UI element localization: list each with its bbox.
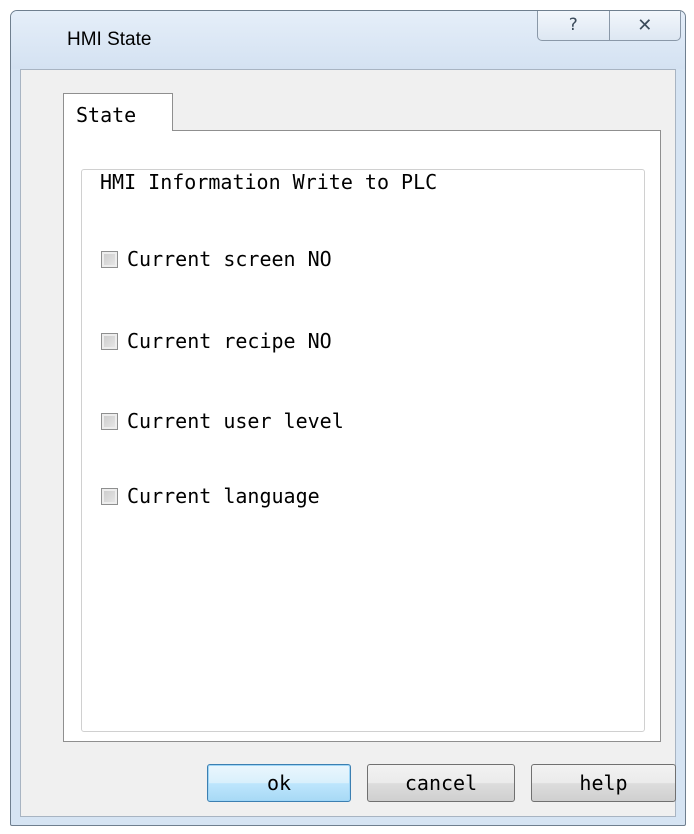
option-current-screen-no[interactable]: Current screen NO bbox=[101, 247, 332, 271]
context-help-button[interactable]: ? bbox=[538, 11, 610, 40]
current-recipe-no-label: Current recipe NO bbox=[127, 329, 332, 353]
group-box-title: HMI Information Write to PLC bbox=[98, 170, 444, 194]
caption-buttons: ? ✕ bbox=[537, 11, 681, 41]
current-screen-no-checkbox[interactable] bbox=[101, 250, 118, 268]
close-button[interactable]: ✕ bbox=[610, 11, 681, 40]
current-recipe-no-checkbox[interactable] bbox=[101, 332, 118, 350]
dialog-window: HMI State ? ✕ State HMI Information Writ… bbox=[10, 10, 686, 826]
question-mark-icon: ? bbox=[568, 15, 578, 35]
cancel-button[interactable]: cancel bbox=[367, 764, 515, 802]
current-screen-no-label: Current screen NO bbox=[127, 247, 332, 271]
tab-panel-state bbox=[63, 130, 661, 742]
option-current-language[interactable]: Current language bbox=[101, 484, 320, 508]
ok-button[interactable]: ok bbox=[207, 764, 351, 802]
current-user-level-checkbox[interactable] bbox=[101, 412, 118, 430]
option-current-user-level[interactable]: Current user level bbox=[101, 409, 344, 433]
title-bar[interactable]: HMI State ? ✕ bbox=[11, 11, 685, 69]
current-language-checkbox[interactable] bbox=[101, 487, 118, 505]
help-button[interactable]: help bbox=[531, 764, 676, 802]
close-icon: ✕ bbox=[637, 14, 653, 36]
option-current-recipe-no[interactable]: Current recipe NO bbox=[101, 329, 332, 353]
tab-state[interactable]: State bbox=[63, 93, 173, 131]
current-language-label: Current language bbox=[127, 484, 320, 508]
dialog-client-area: State HMI Information Write to PLC Curre… bbox=[20, 69, 676, 817]
window-title: HMI State bbox=[67, 29, 152, 50]
current-user-level-label: Current user level bbox=[127, 409, 344, 433]
